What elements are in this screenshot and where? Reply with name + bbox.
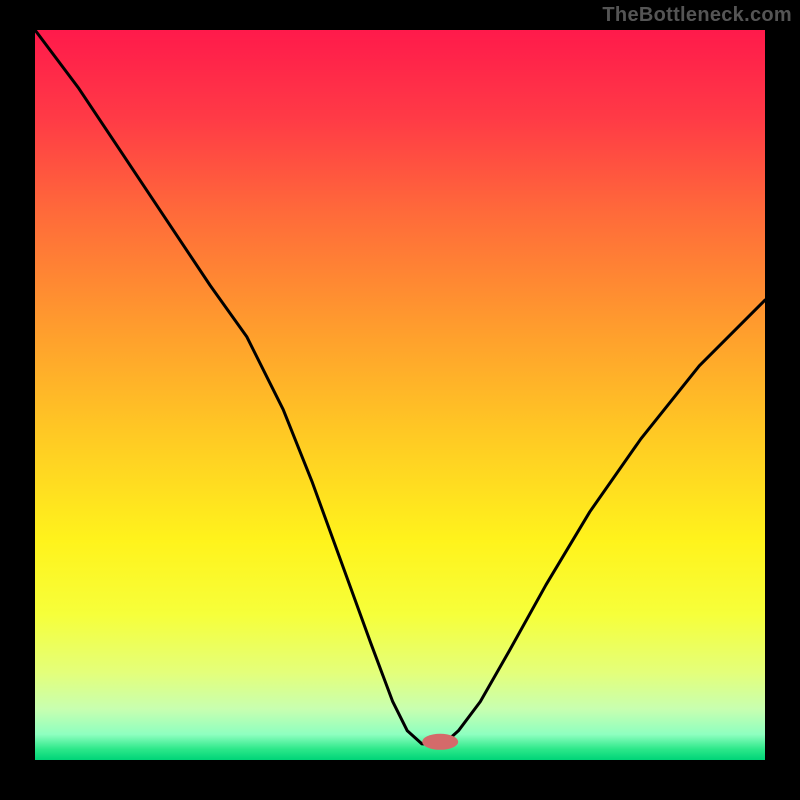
bottleneck-chart	[35, 30, 765, 760]
chart-frame: TheBottleneck.com	[0, 0, 800, 800]
plot-area	[35, 30, 765, 760]
watermark-text: TheBottleneck.com	[602, 4, 792, 27]
optimal-marker	[422, 734, 458, 750]
gradient-background	[35, 30, 765, 760]
